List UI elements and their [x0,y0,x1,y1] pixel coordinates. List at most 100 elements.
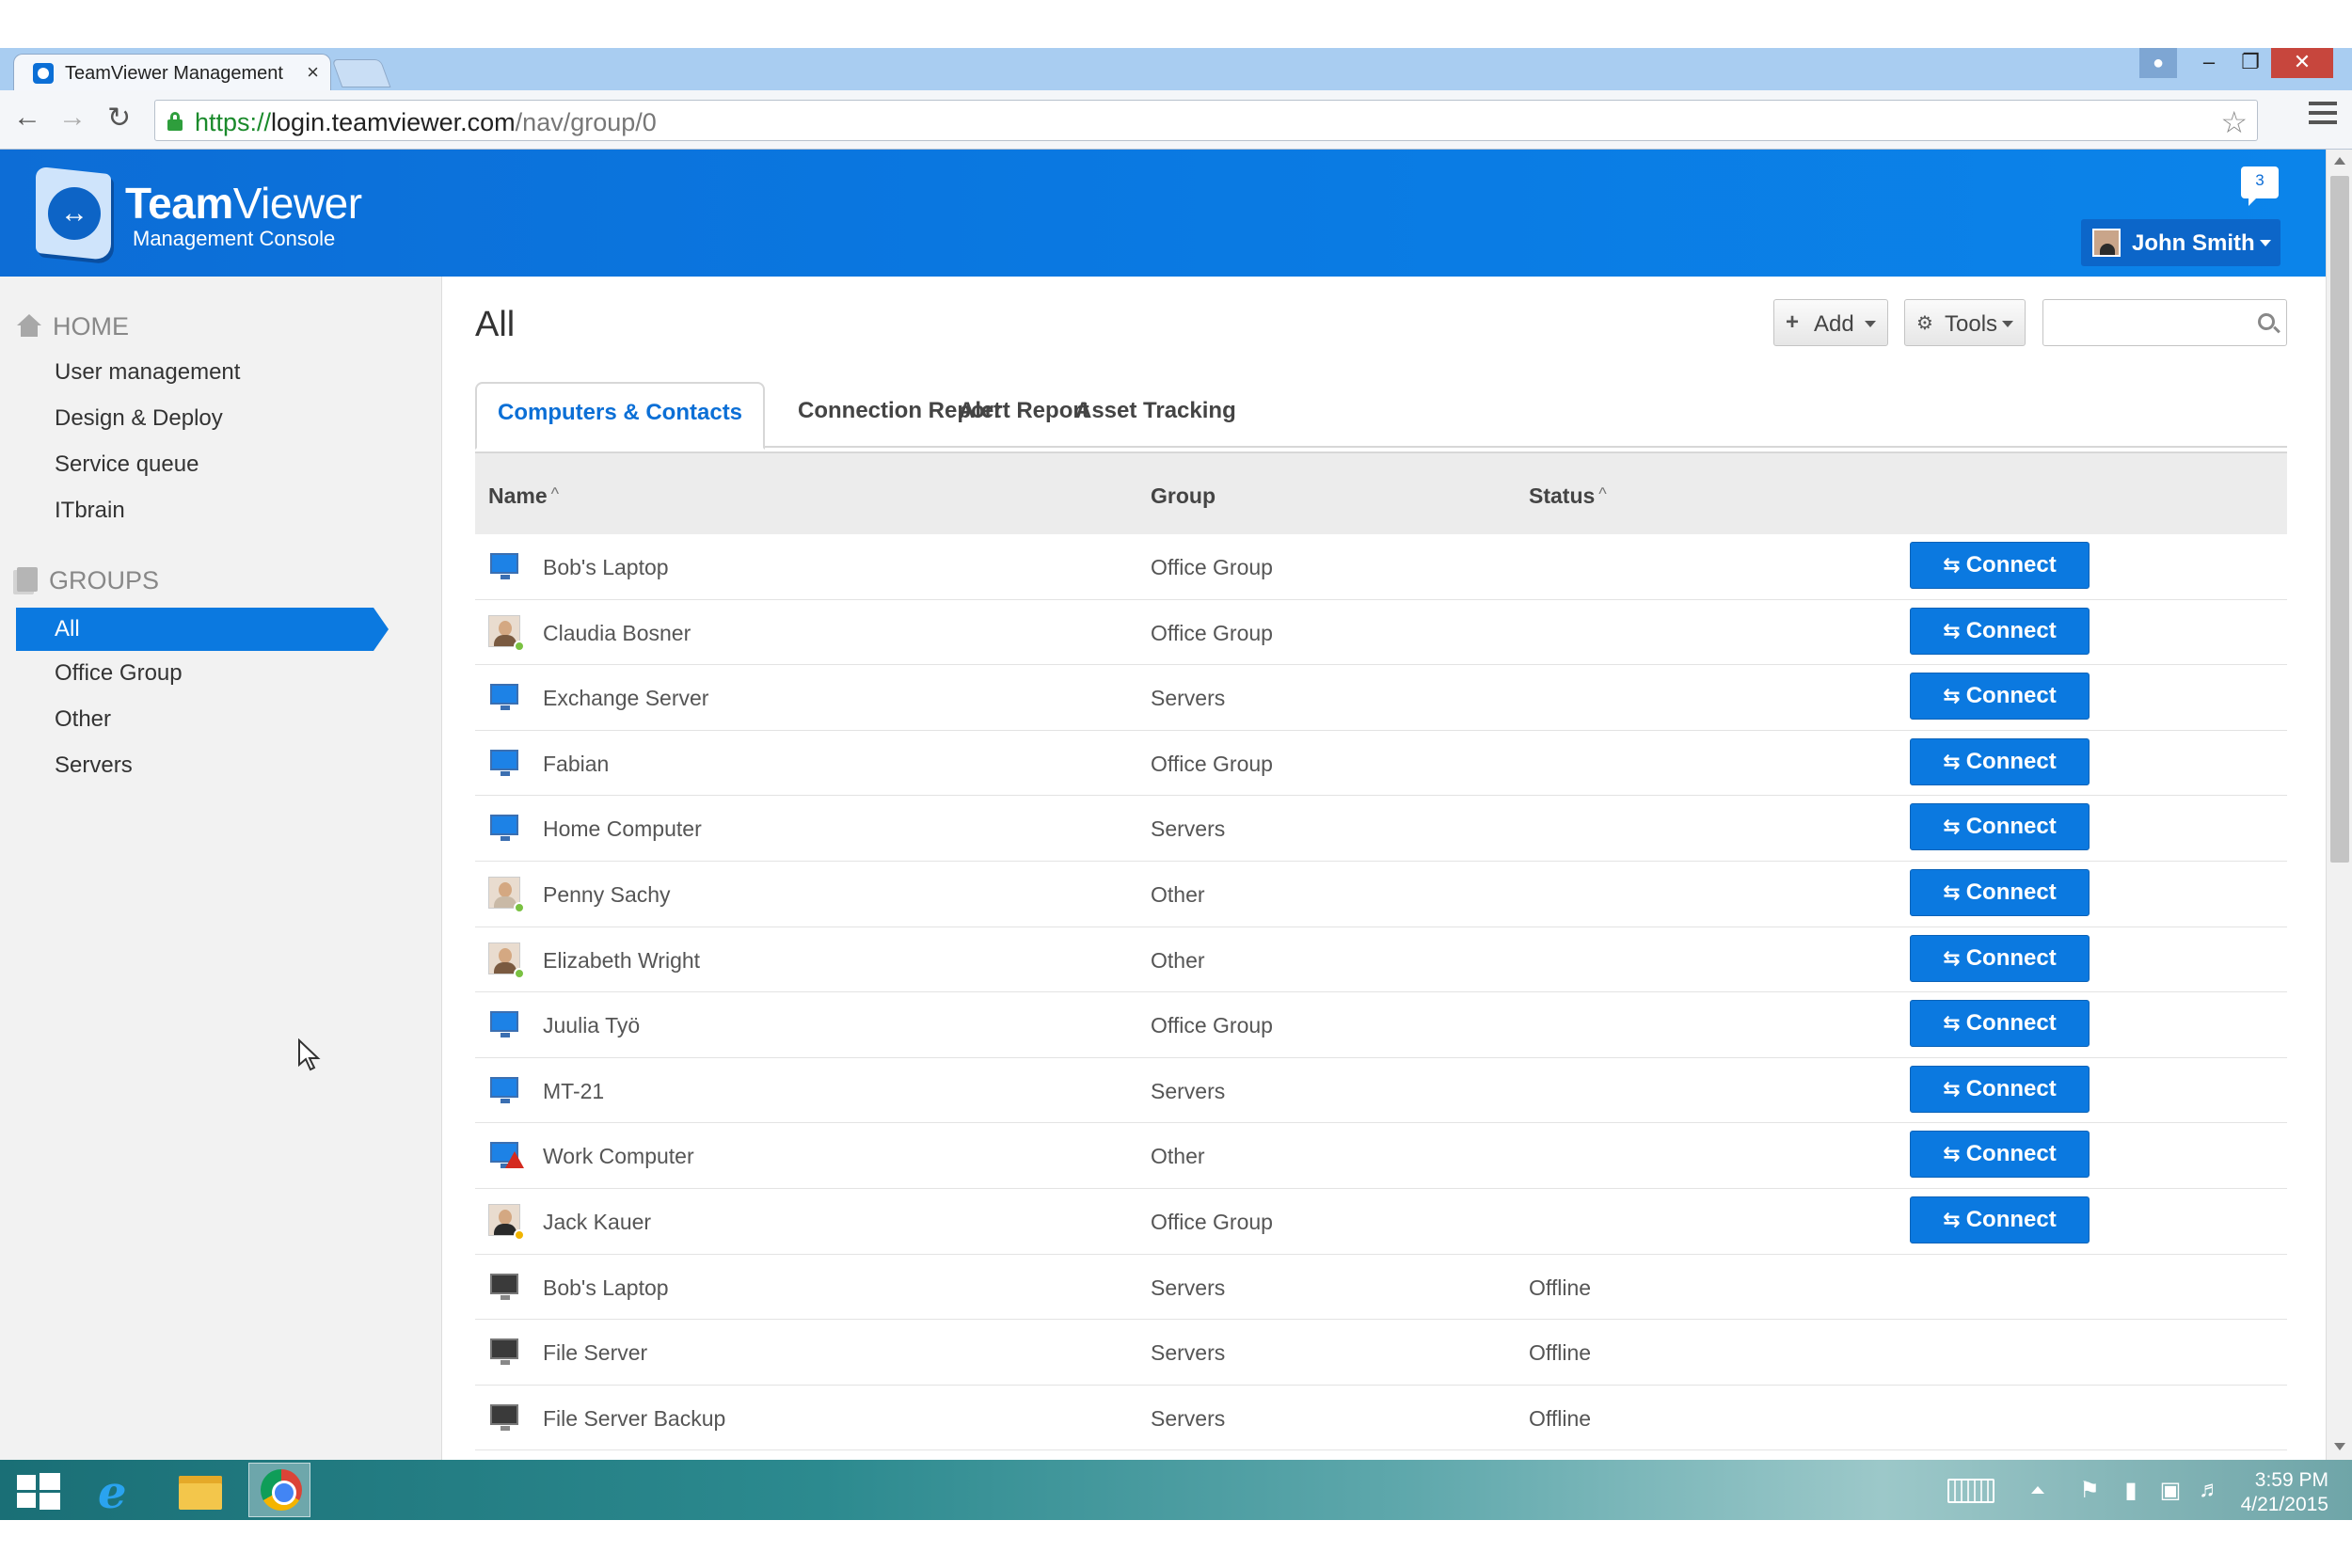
add-button[interactable]: + Add [1773,299,1888,346]
scroll-up-arrow-icon[interactable] [2334,157,2345,165]
show-hidden-icons-icon[interactable] [2031,1486,2044,1494]
new-tab-button[interactable] [331,59,391,87]
chevron-down-icon [2260,240,2271,246]
connect-button[interactable]: ⇆ Connect [1910,1196,2090,1243]
connect-button[interactable]: ⇆ Connect [1910,737,2090,785]
browser-tab-title: TeamViewer Management [65,63,283,84]
table-row[interactable]: File Server Servers Offline [475,1320,2287,1386]
table-row[interactable]: Fabian Office Group ⇆ Connect [475,730,2287,797]
table-row[interactable]: Elizabeth Wright Other ⇆ Connect [475,927,2287,993]
browser-menu-icon[interactable] [2309,102,2337,126]
row-status: Offline [1529,1340,1592,1366]
search-icon[interactable] [2258,313,2275,330]
sidebar-item-service-queue[interactable]: Service queue [55,451,199,478]
column-header-name[interactable]: Name ^ [488,483,559,509]
computer-warning-icon [488,1138,524,1170]
windows-start-icon[interactable] [17,1473,60,1510]
forward-arrow-icon[interactable]: → [58,102,87,134]
connect-button[interactable]: ⇆ Connect [1910,934,2090,982]
browser-tabstrip: TeamViewer Management × ● – ❐ ✕ [0,48,2352,91]
connect-button[interactable]: ⇆ Connect [1910,607,2090,655]
table-row[interactable]: Jack Kauer Office Group ⇆ Connect [475,1188,2287,1255]
close-tab-icon[interactable]: × [307,60,319,85]
file-explorer-icon[interactable] [169,1463,231,1517]
scroll-down-arrow-icon[interactable] [2334,1443,2345,1450]
row-status: Offline [1529,1275,1592,1300]
scrollbar-thumb[interactable] [2330,176,2349,863]
contact-photo-online-icon [488,942,525,979]
sidebar-home-heading[interactable]: HOME [17,312,129,341]
user-menu-button[interactable]: John Smith [2081,219,2280,266]
connect-label: Connect [1965,1075,2057,1101]
column-header-group[interactable]: Group [1151,483,1216,509]
table-row[interactable]: Juulia Työ Office Group ⇆ Connect [475,992,2287,1058]
sidebar-item-design-deploy[interactable]: Design & Deploy [55,405,223,432]
tab-asset-tracking[interactable]: Asset Tracking [1055,382,1257,448]
sidebar-item-all[interactable]: All [16,608,389,651]
connect-label: Connect [1965,1010,2057,1037]
touch-keyboard-icon[interactable] [1947,1479,1994,1503]
table-row[interactable]: Work Computer Other ⇆ Connect [475,1123,2287,1189]
browser-profile-icon[interactable]: ● [2139,48,2177,78]
close-window-button[interactable]: ✕ [2271,48,2333,78]
page-scrollbar[interactable] [2326,150,2352,1460]
browser-tab[interactable]: TeamViewer Management × [13,54,331,91]
internet-explorer-icon[interactable]: e [85,1463,147,1519]
row-name: File Server [543,1340,648,1366]
page-title: All [475,305,516,344]
row-group: Servers [1151,1405,1226,1431]
table-row[interactable]: Claudia Bosner Office Group ⇆ Connect [475,599,2287,666]
sidebar-item-user-management[interactable]: User management [55,359,240,386]
address-url[interactable]: https://login.teamviewer.com/nav/group/0 [195,108,657,137]
tab-computers-contacts[interactable]: Computers & Contacts [475,382,766,450]
back-arrow-icon[interactable]: ← [13,102,41,134]
action-center-flag-icon[interactable]: ⚑ [2077,1477,2102,1503]
connect-button[interactable]: ⇆ Connect [1910,673,2090,721]
table-row[interactable]: Bob's Laptop Office Group ⇆ Connect [475,534,2287,600]
reload-icon[interactable]: ↻ [107,102,131,135]
tools-button[interactable]: ⚙ Tools [1904,299,2026,346]
row-group: Other [1151,1144,1205,1169]
connect-button[interactable]: ⇆ Connect [1910,542,2090,589]
sidebar-item-itbrain[interactable]: ITbrain [55,498,125,524]
bookmark-star-icon[interactable]: ☆ [2220,104,2248,140]
network-icon[interactable]: ▣ [2158,1477,2183,1503]
connect-button[interactable]: ⇆ Connect [1910,1065,2090,1113]
sidebar-item-servers[interactable]: Servers [55,752,133,779]
connect-button[interactable]: ⇆ Connect [1910,868,2090,916]
clock-time[interactable]: 3:59 PM [2253,1469,2328,1492]
table-body: Bob's Laptop Office Group ⇆ Connect Claudia … [475,534,2287,1451]
app-header: ↔ TeamViewer Management Console 3 John S… [0,150,2326,277]
connect-arrows-icon: ⇆ [1943,1207,1961,1231]
column-header-status[interactable]: Status ^ [1529,483,1607,509]
connect-arrows-icon: ⇆ [1943,1076,1961,1101]
chrome-icon[interactable] [248,1463,310,1517]
table-row[interactable]: File Server Backup Servers Offline [475,1385,2287,1451]
table-row[interactable]: Bob's Laptop Servers Offline [475,1254,2287,1321]
table-row[interactable]: Home Computer Servers ⇆ Connect [475,796,2287,862]
notifications-chat-icon[interactable]: 3 [2241,166,2279,206]
clock-date[interactable]: 4/21/2015 [2234,1494,2328,1516]
search-input[interactable] [2042,299,2287,346]
volume-icon[interactable]: ♬ [2198,1477,2222,1503]
row-name: Elizabeth Wright [543,947,701,973]
avatar [2092,229,2121,257]
connect-button[interactable]: ⇆ Connect [1910,1000,2090,1048]
table-row[interactable]: Exchange Server Servers ⇆ Connect [475,665,2287,731]
teamviewer-favicon-icon [33,63,54,84]
table-row[interactable]: Penny Sachy Other ⇆ Connect [475,861,2287,927]
connect-label: Connect [1965,617,2057,643]
row-name: File Server Backup [543,1405,726,1431]
minimize-window-button[interactable]: – [2188,48,2230,78]
address-bar[interactable]: https://login.teamviewer.com/nav/group/0… [154,100,2258,141]
gear-icon: ⚙ [1916,313,1933,334]
connect-button[interactable]: ⇆ Connect [1910,1131,2090,1179]
table-row[interactable]: MT-21 Servers ⇆ Connect [475,1057,2287,1124]
sidebar-item-other[interactable]: Other [55,706,111,733]
restore-window-button[interactable]: ❐ [2230,48,2271,78]
sidebar-item-office-group[interactable]: Office Group [55,660,183,687]
power-icon[interactable]: ▮ [2119,1477,2143,1503]
connect-button[interactable]: ⇆ Connect [1910,803,2090,851]
row-group: Servers [1151,1275,1226,1300]
row-group: Office Group [1151,751,1273,776]
